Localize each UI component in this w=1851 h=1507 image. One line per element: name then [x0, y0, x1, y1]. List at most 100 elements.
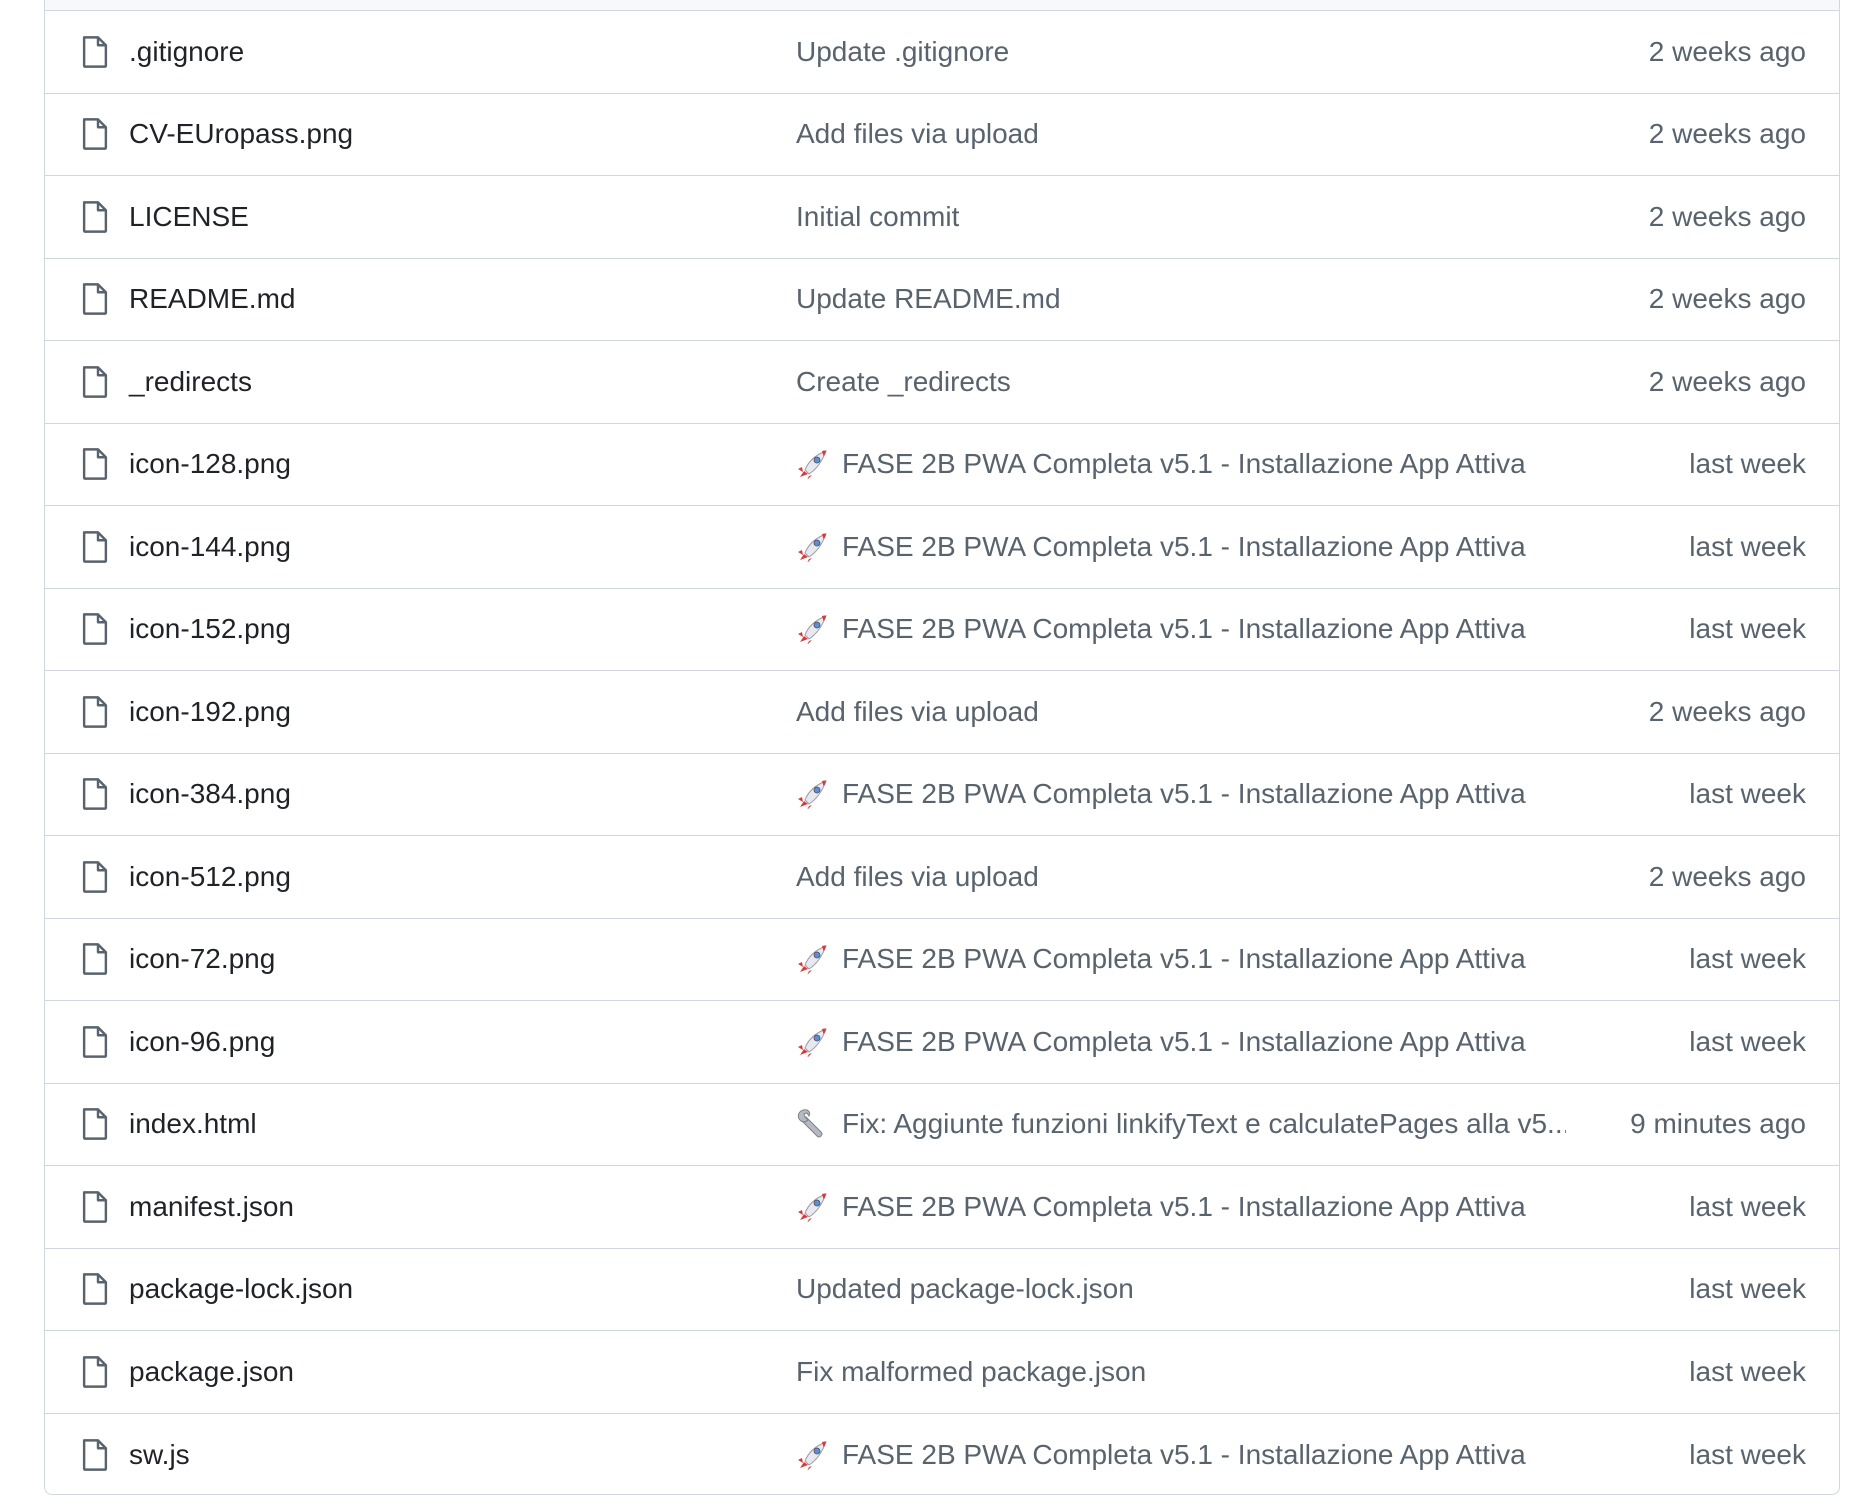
- file-icon: [82, 1273, 108, 1306]
- commit-time: 2 weeks ago: [1648, 35, 1806, 67]
- commit-message-text[interactable]: FASE 2B PWA Completa v5.1 - Installazion…: [842, 448, 1526, 480]
- commit-message-text[interactable]: FASE 2B PWA Completa v5.1 - Installazion…: [842, 778, 1526, 810]
- file-name-link[interactable]: CV-EUropass.png: [129, 118, 353, 150]
- commit-message-link[interactable]: Initial commit: [796, 201, 959, 233]
- file-row[interactable]: icon-72.png FASE 2B PWA Completa v5.1 - …: [45, 919, 1839, 1001]
- commit-message-text[interactable]: FASE 2B PWA Completa v5.1 - Installazion…: [842, 1026, 1526, 1058]
- file-name-link[interactable]: icon-72.png: [129, 943, 275, 975]
- commit-message-link[interactable]: Fix malformed package.json: [796, 1356, 1146, 1388]
- commit-message-text[interactable]: Updated package-lock.json: [796, 1273, 1134, 1305]
- commit-message-link[interactable]: FASE 2B PWA Completa v5.1 - Installazion…: [796, 943, 1526, 975]
- file-row[interactable]: icon-192.png Add files via upload 2 week…: [45, 671, 1839, 754]
- file-name-link[interactable]: icon-128.png: [129, 448, 291, 480]
- commit-time: last week: [1689, 1438, 1806, 1470]
- commit-time: last week: [1689, 448, 1806, 480]
- commit-message-link[interactable]: Create _redirects: [796, 366, 1011, 398]
- rocket-icon: [798, 532, 827, 562]
- file-row[interactable]: icon-512.png Add files via upload 2 week…: [45, 836, 1839, 919]
- commit-message-link[interactable]: Add files via upload: [796, 696, 1039, 728]
- commit-time: last week: [1689, 530, 1806, 562]
- file-name-link[interactable]: icon-512.png: [129, 861, 291, 893]
- file-icon: [82, 118, 108, 151]
- file-name-link[interactable]: icon-384.png: [129, 778, 291, 810]
- commit-message-link[interactable]: Updated package-lock.json: [796, 1273, 1134, 1305]
- commit-message-text[interactable]: FASE 2B PWA Completa v5.1 - Installazion…: [842, 1439, 1526, 1471]
- file-icon: [82, 1190, 108, 1223]
- file-name-link[interactable]: index.html: [129, 1108, 257, 1140]
- file-row[interactable]: README.md Update README.md 2 weeks ago: [45, 259, 1839, 341]
- file-row[interactable]: package-lock.json Updated package-lock.j…: [45, 1249, 1839, 1331]
- file-row[interactable]: index.html Fix: Aggiunte funzioni linkif…: [45, 1084, 1839, 1166]
- file-row[interactable]: icon-96.png FASE 2B PWA Completa v5.1 - …: [45, 1001, 1839, 1084]
- file-icon: [82, 695, 108, 728]
- file-name-link[interactable]: README.md: [129, 283, 295, 315]
- commit-message-link[interactable]: FASE 2B PWA Completa v5.1 - Installazion…: [796, 448, 1526, 480]
- file-row[interactable]: _redirects Create _redirects 2 weeks ago: [45, 341, 1839, 424]
- commit-message-text[interactable]: FASE 2B PWA Completa v5.1 - Installazion…: [842, 1191, 1526, 1223]
- commit-message-link[interactable]: Add files via upload: [796, 861, 1039, 893]
- commit-message-text[interactable]: FASE 2B PWA Completa v5.1 - Installazion…: [842, 531, 1526, 563]
- commit-time: 2 weeks ago: [1648, 695, 1806, 727]
- commit-time: last week: [1689, 778, 1806, 810]
- commit-time: 2 weeks ago: [1648, 283, 1806, 315]
- commit-message-text[interactable]: Create _redirects: [796, 366, 1011, 398]
- file-icon: [82, 778, 108, 811]
- commit-message-link[interactable]: FASE 2B PWA Completa v5.1 - Installazion…: [796, 1191, 1526, 1223]
- commit-time: last week: [1689, 1025, 1806, 1057]
- commit-time: last week: [1689, 1355, 1806, 1387]
- commit-message-text[interactable]: Fix malformed package.json: [796, 1356, 1146, 1388]
- file-row[interactable]: icon-384.png FASE 2B PWA Completa v5.1 -…: [45, 754, 1839, 836]
- commit-message-text[interactable]: FASE 2B PWA Completa v5.1 - Installazion…: [842, 613, 1526, 645]
- commit-message-link[interactable]: Add files via upload: [796, 118, 1039, 150]
- commit-message-link[interactable]: Fix: Aggiunte funzioni linkifyText e cal…: [796, 1108, 1566, 1140]
- file-row[interactable]: icon-128.png FASE 2B PWA Completa v5.1 -…: [45, 424, 1839, 506]
- file-name-link[interactable]: sw.js: [129, 1439, 190, 1471]
- file-row[interactable]: icon-152.png FASE 2B PWA Completa v5.1 -…: [45, 589, 1839, 671]
- commit-time: last week: [1689, 1273, 1806, 1305]
- table-header-strip: [45, 0, 1839, 11]
- file-name-link[interactable]: LICENSE: [129, 201, 249, 233]
- commit-message-link[interactable]: FASE 2B PWA Completa v5.1 - Installazion…: [796, 1439, 1526, 1471]
- file-row[interactable]: manifest.json FASE 2B PWA Completa v5.1 …: [45, 1166, 1839, 1249]
- commit-time: 9 minutes ago: [1630, 1108, 1806, 1140]
- file-icon: [82, 35, 108, 68]
- file-row[interactable]: CV-EUropass.png Add files via upload 2 w…: [45, 94, 1839, 176]
- commit-message-text[interactable]: FASE 2B PWA Completa v5.1 - Installazion…: [842, 943, 1526, 975]
- commit-message-link[interactable]: FASE 2B PWA Completa v5.1 - Installazion…: [796, 531, 1526, 563]
- commit-message-text[interactable]: Update README.md: [796, 283, 1061, 315]
- file-icon: [82, 283, 108, 316]
- commit-message-text[interactable]: Add files via upload: [796, 861, 1039, 893]
- file-icon: [82, 1108, 108, 1141]
- file-name-link[interactable]: icon-144.png: [129, 531, 291, 563]
- file-name-link[interactable]: icon-152.png: [129, 613, 291, 645]
- file-row[interactable]: LICENSE Initial commit 2 weeks ago: [45, 176, 1839, 259]
- file-name-link[interactable]: icon-96.png: [129, 1026, 275, 1058]
- commit-message-link[interactable]: FASE 2B PWA Completa v5.1 - Installazion…: [796, 1026, 1526, 1058]
- file-row[interactable]: icon-144.png FASE 2B PWA Completa v5.1 -…: [45, 506, 1839, 589]
- file-name-link[interactable]: .gitignore: [129, 36, 244, 68]
- commit-message-link[interactable]: FASE 2B PWA Completa v5.1 - Installazion…: [796, 778, 1526, 810]
- file-row[interactable]: sw.js FASE 2B PWA Completa v5.1 - Instal…: [45, 1414, 1839, 1497]
- commit-message-link[interactable]: Update .gitignore: [796, 36, 1009, 68]
- commit-message-link[interactable]: FASE 2B PWA Completa v5.1 - Installazion…: [796, 613, 1526, 645]
- commit-message-text[interactable]: Add files via upload: [796, 118, 1039, 150]
- file-icon: [82, 448, 108, 481]
- rocket-icon: [798, 1192, 827, 1222]
- file-name-link[interactable]: package-lock.json: [129, 1273, 353, 1305]
- rocket-icon: [798, 615, 827, 645]
- commit-time: 2 weeks ago: [1648, 860, 1806, 892]
- file-name-link[interactable]: _redirects: [129, 366, 252, 398]
- commit-message-text[interactable]: Fix: Aggiunte funzioni linkifyText e cal…: [842, 1108, 1566, 1140]
- rocket-icon: [798, 780, 827, 810]
- file-icon: [82, 200, 108, 233]
- file-list: .gitignore Update .gitignore 2 weeks ago…: [45, 11, 1839, 1496]
- file-name-link[interactable]: package.json: [129, 1356, 294, 1388]
- file-row[interactable]: package.json Fix malformed package.json …: [45, 1331, 1839, 1414]
- commit-message-text[interactable]: Initial commit: [796, 201, 959, 233]
- file-name-link[interactable]: manifest.json: [129, 1191, 294, 1223]
- commit-message-text[interactable]: Add files via upload: [796, 696, 1039, 728]
- file-row[interactable]: .gitignore Update .gitignore 2 weeks ago: [45, 11, 1839, 94]
- commit-message-text[interactable]: Update .gitignore: [796, 36, 1009, 68]
- file-name-link[interactable]: icon-192.png: [129, 696, 291, 728]
- commit-message-link[interactable]: Update README.md: [796, 283, 1061, 315]
